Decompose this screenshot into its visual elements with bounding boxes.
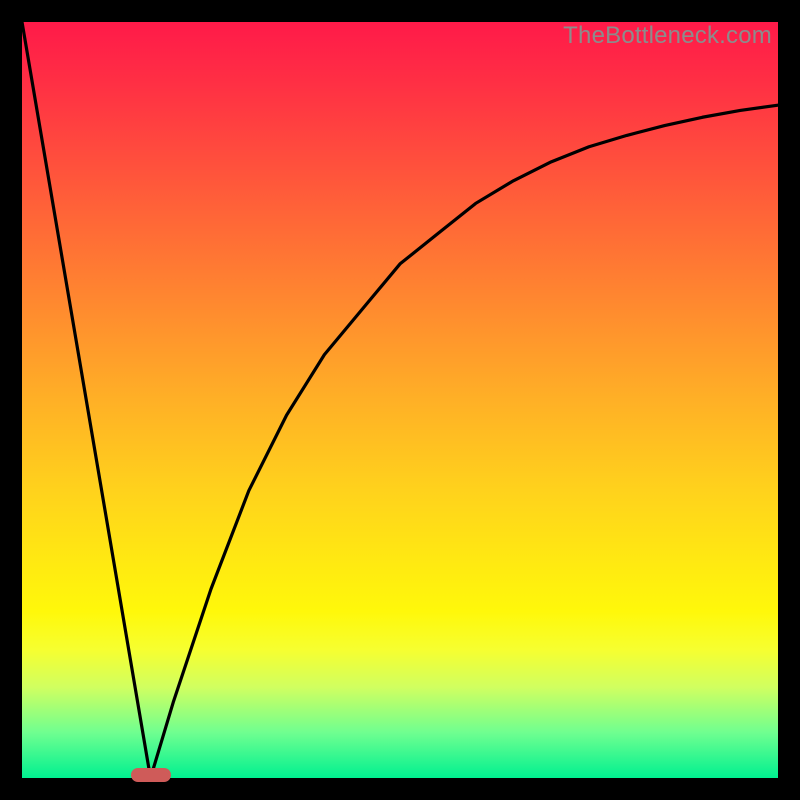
right-curve-path (151, 105, 778, 778)
chart-frame: TheBottleneck.com (0, 0, 800, 800)
chart-curves (22, 22, 778, 778)
left-line-path (22, 22, 151, 778)
plot-area: TheBottleneck.com (22, 22, 778, 778)
v-marker (131, 768, 171, 782)
